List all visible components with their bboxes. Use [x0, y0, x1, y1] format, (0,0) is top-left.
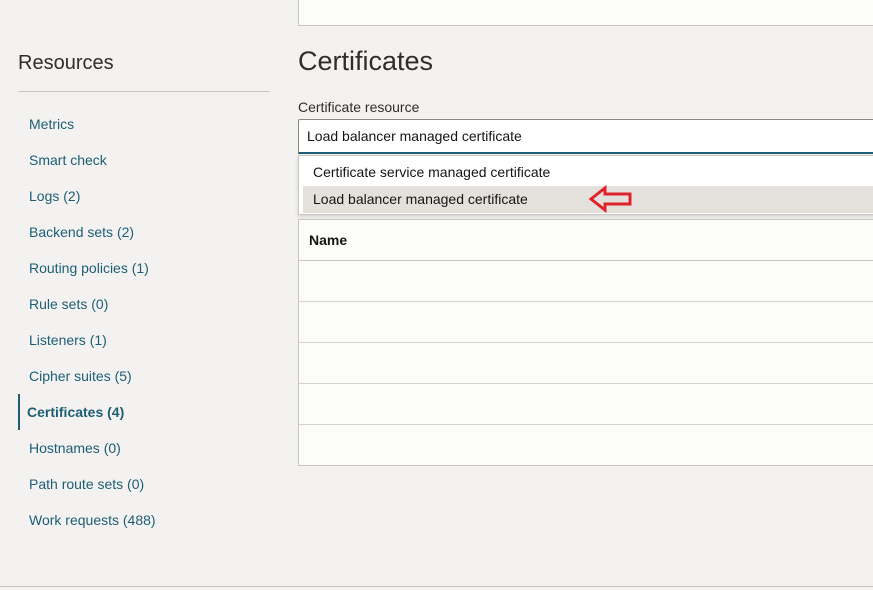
sidebar-item-hostnames[interactable]: Hostnames (0)	[18, 430, 270, 466]
top-panel	[298, 0, 873, 26]
footer-divider	[0, 586, 873, 587]
left-arrow-icon	[588, 185, 632, 213]
sidebar-item-smart-check[interactable]: Smart check	[18, 142, 270, 178]
certificate-resource-label: Certificate resource	[298, 99, 420, 115]
certificate-resource-dropdown: Certificate service managed certificate …	[298, 155, 873, 215]
sidebar-item-routing-policies[interactable]: Routing policies (1)	[18, 250, 270, 286]
table-row	[299, 425, 873, 466]
resources-divider	[18, 91, 270, 92]
table-row	[299, 261, 873, 302]
page-title: Certificates	[298, 46, 434, 76]
table-row	[299, 343, 873, 384]
table-row	[299, 302, 873, 343]
column-header-name[interactable]: Name	[299, 220, 873, 261]
sidebar-item-work-requests[interactable]: Work requests (488)	[18, 502, 270, 538]
sidebar-item-listeners[interactable]: Listeners (1)	[18, 322, 270, 358]
resources-nav: Metrics Smart check Logs (2) Backend set…	[18, 106, 270, 538]
page: Resources Metrics Smart check Logs (2) B…	[0, 0, 873, 590]
sidebar-item-certificates[interactable]: Certificates (4)	[18, 394, 270, 430]
sidebar-item-metrics[interactable]: Metrics	[18, 106, 270, 142]
certificate-resource-select[interactable]: Load balancer managed certificate	[298, 119, 873, 154]
table-row	[299, 384, 873, 425]
sidebar-item-logs[interactable]: Logs (2)	[18, 178, 270, 214]
option-certificate-service-managed[interactable]: Certificate service managed certificate	[303, 159, 873, 186]
sidebar-item-cipher-suites[interactable]: Cipher suites (5)	[18, 358, 270, 394]
sidebar-item-rule-sets[interactable]: Rule sets (0)	[18, 286, 270, 322]
certificates-table: Name	[298, 219, 873, 466]
sidebar-item-backend-sets[interactable]: Backend sets (2)	[18, 214, 270, 250]
sidebar-item-path-route-sets[interactable]: Path route sets (0)	[18, 466, 270, 502]
resources-heading: Resources	[18, 52, 114, 74]
